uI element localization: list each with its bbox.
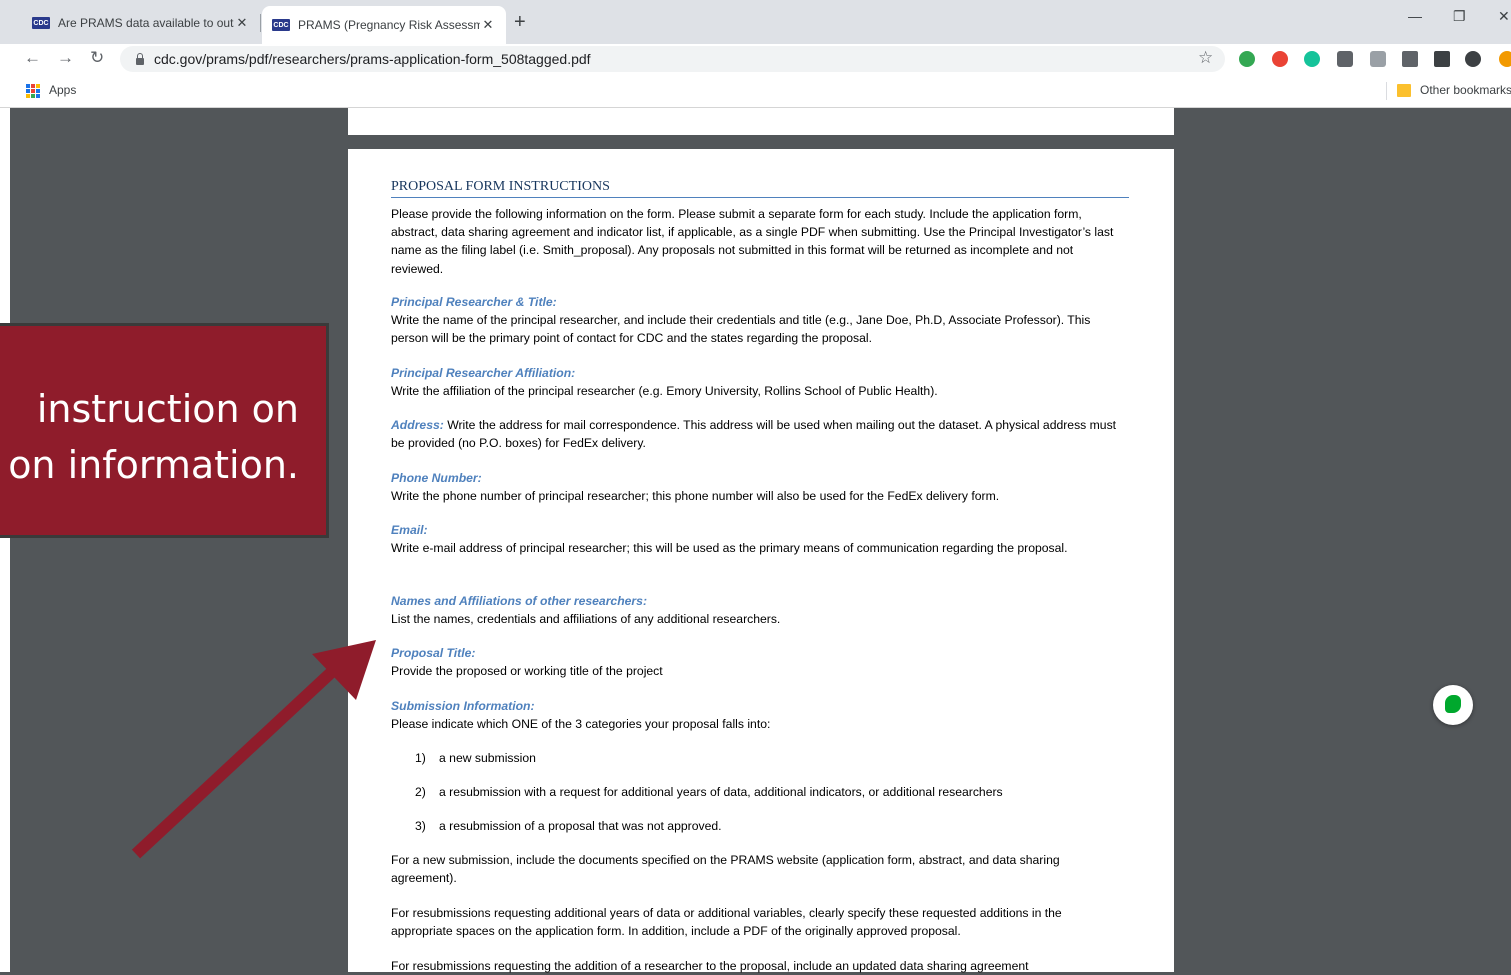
annotation-arrow-icon [131, 640, 376, 859]
evernote-clipper-button[interactable] [1433, 685, 1473, 725]
arrow-shaft [131, 663, 341, 859]
arrow-head [312, 640, 376, 700]
